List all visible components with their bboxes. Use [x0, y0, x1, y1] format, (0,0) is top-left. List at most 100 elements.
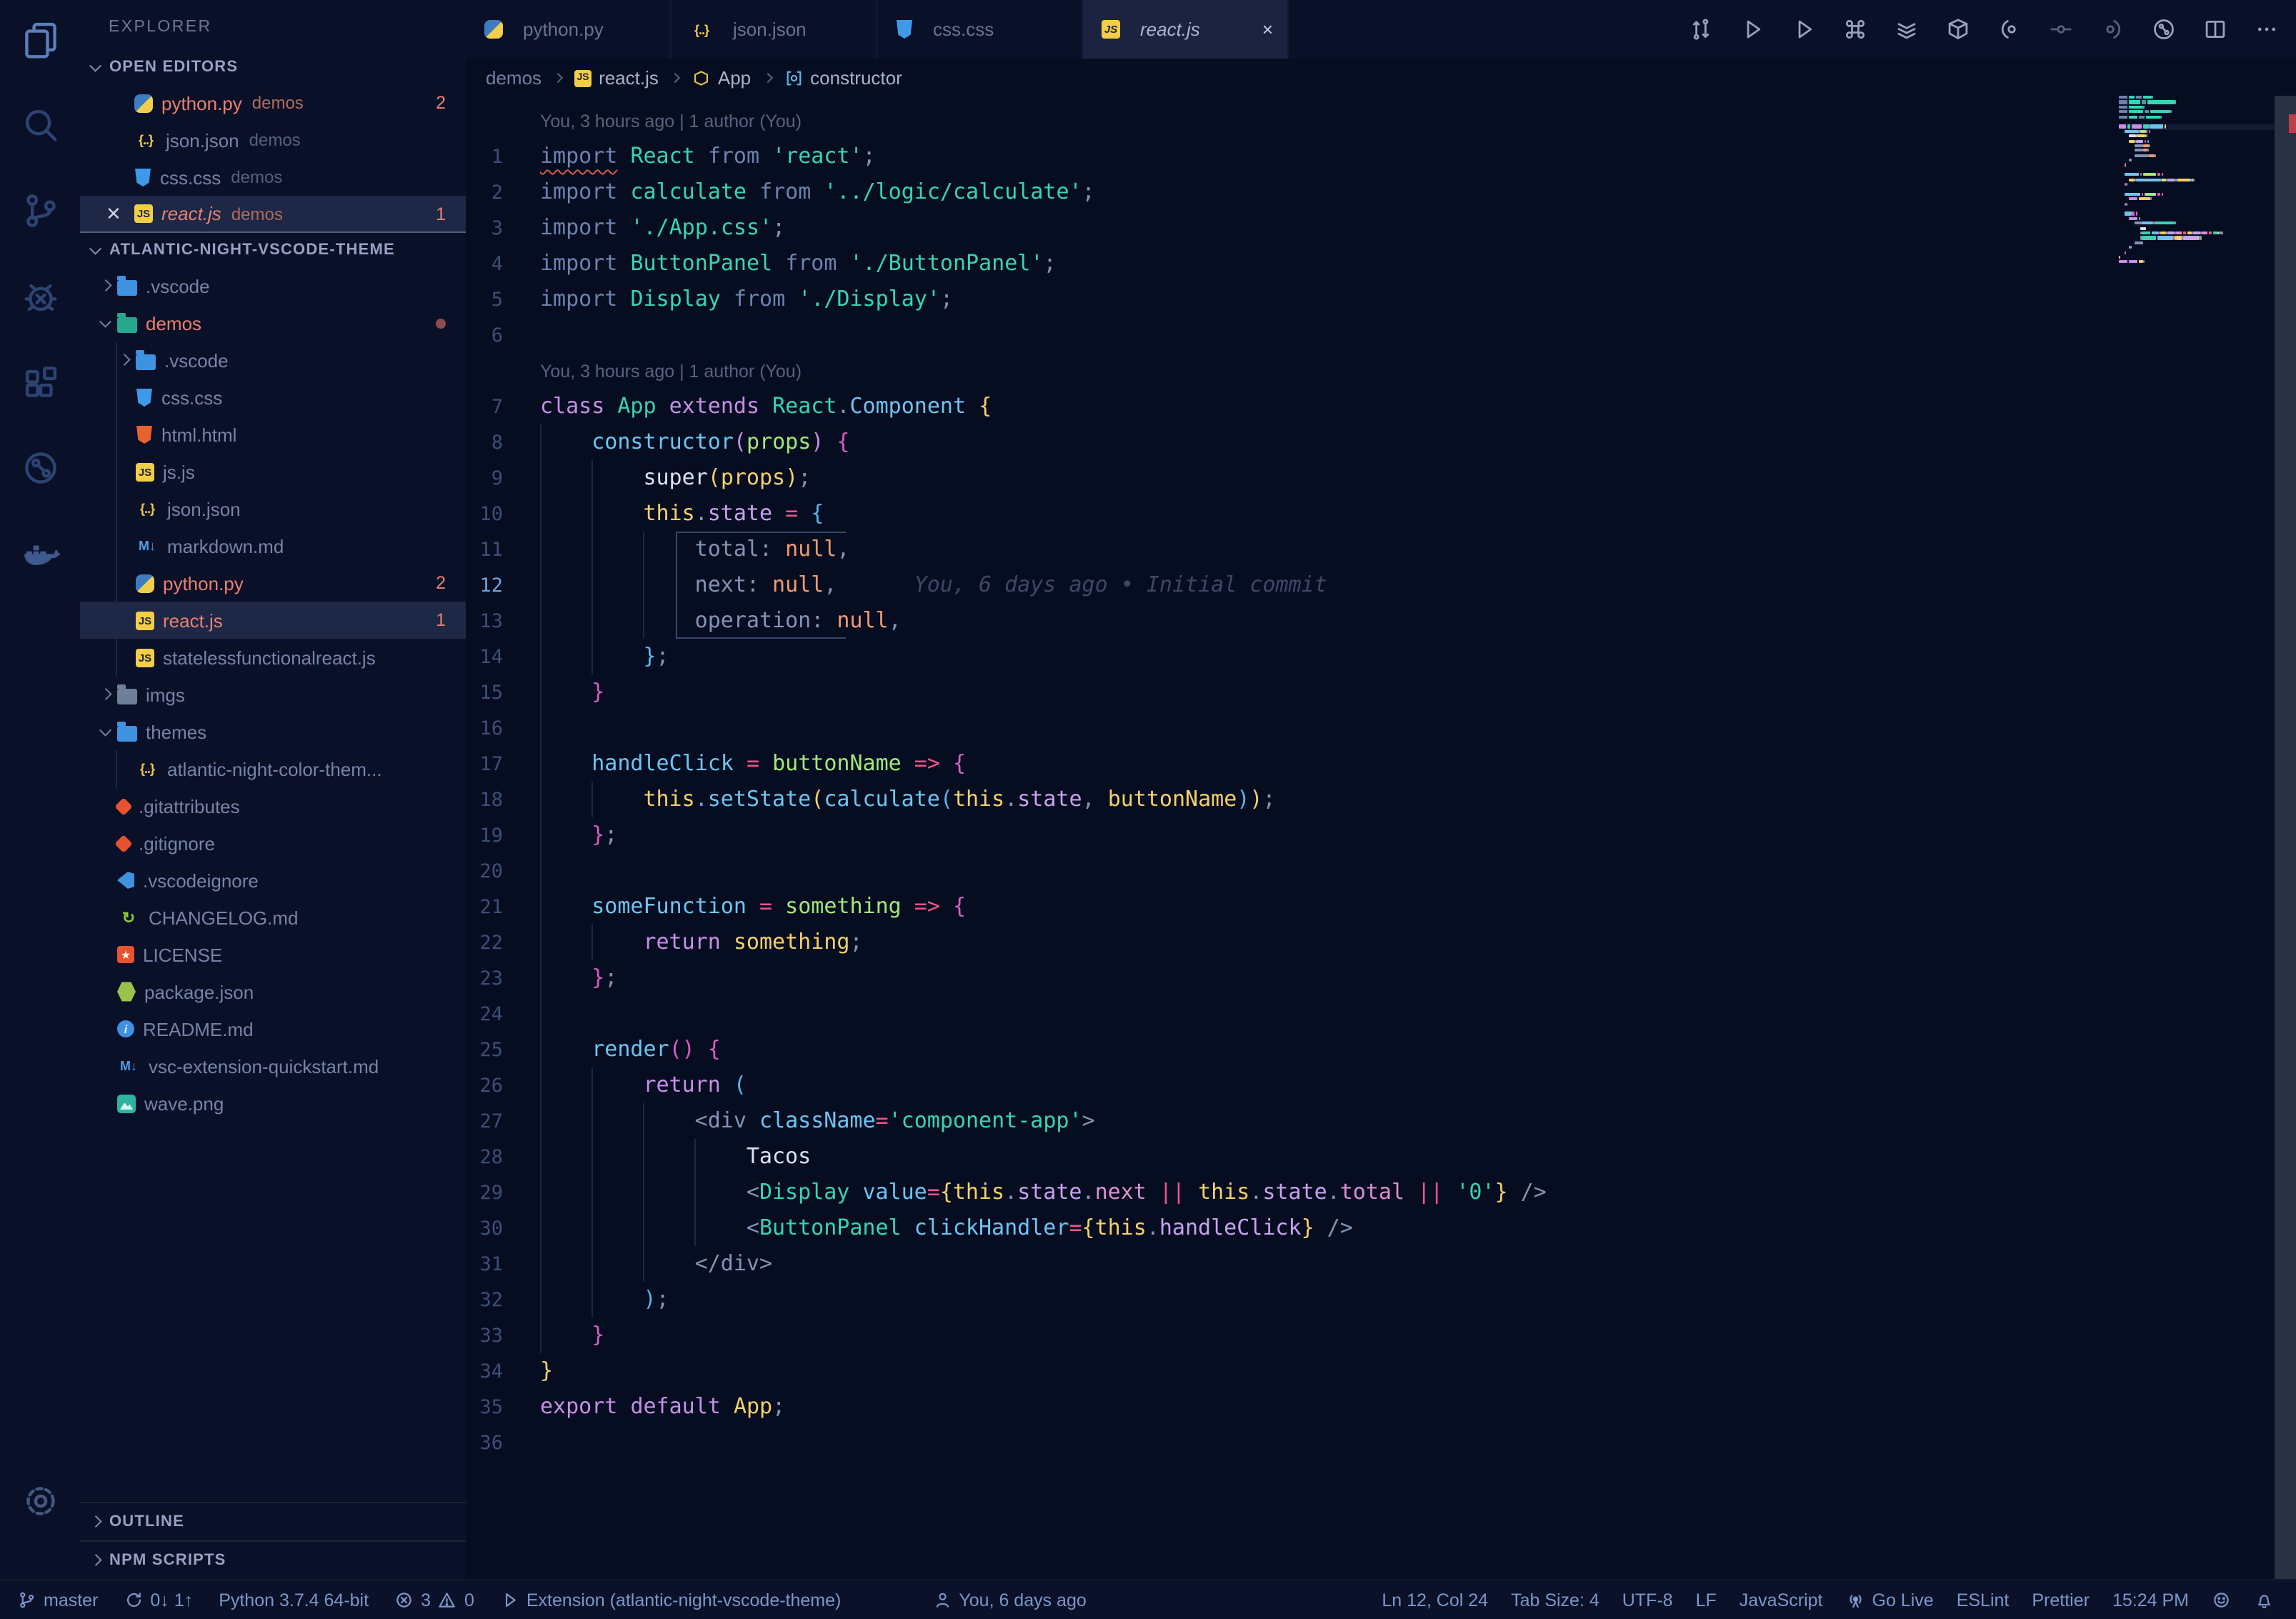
tree-item-.vscode[interactable]: .vscode: [80, 342, 466, 379]
status-clock[interactable]: 15:24 PM: [2112, 1590, 2189, 1610]
code-line-21[interactable]: 21 someFunction = something => {: [466, 889, 2159, 925]
status-python-version[interactable]: Python 3.7.4 64-bit: [219, 1590, 369, 1610]
status-notifications[interactable]: [2254, 1590, 2273, 1610]
codelens-row[interactable]: You, 3 hours ago | 1 author (You): [466, 103, 2159, 139]
status-cursor-position[interactable]: Ln 12, Col 24: [1382, 1590, 1488, 1610]
tree-item-css.css[interactable]: css.css: [80, 379, 466, 416]
panel-npm-scripts[interactable]: NPM SCRIPTS: [80, 1540, 466, 1579]
fold-left-button[interactable]: [1997, 17, 2022, 41]
panel-outline[interactable]: OUTLINE: [80, 1502, 466, 1540]
tree-item-atlantic-night-color-them...[interactable]: {..} atlantic-night-color-them...: [80, 750, 466, 787]
tree-item-demos[interactable]: demos: [80, 304, 466, 342]
open-editor-css.css[interactable]: css.css demos: [80, 159, 466, 196]
tree-item-python.py[interactable]: python.py 2: [80, 564, 466, 602]
tree-item-.gitignore[interactable]: .gitignore: [80, 825, 466, 862]
tree-item-vsc-extension-quickstart.md[interactable]: M↓ vsc-extension-quickstart.md: [80, 1047, 466, 1085]
code-line-16[interactable]: 16: [466, 710, 2159, 746]
code-line-13[interactable]: 13 operation: null,: [466, 603, 2159, 639]
code-line-30[interactable]: 30 <ButtonPanel clickHandler={this.handl…: [466, 1210, 2159, 1246]
open-changes-button[interactable]: [1689, 17, 1713, 41]
fold-right-button[interactable]: [2100, 17, 2125, 41]
code-line-29[interactable]: 29 <Display value={this.state.next || th…: [466, 1175, 2159, 1210]
status-problems[interactable]: 30: [394, 1590, 474, 1610]
split-editor-button[interactable]: [2203, 17, 2227, 41]
package-button[interactable]: [1946, 17, 1970, 41]
status-git-blame[interactable]: You, 6 days ago: [932, 1590, 1087, 1610]
code-line-31[interactable]: 31 </div>: [466, 1246, 2159, 1282]
breadcrumb-constructor[interactable]: constructor: [784, 67, 902, 89]
code-line-11[interactable]: 11 total: null,: [466, 532, 2159, 567]
tree-item-json.json[interactable]: {..} json.json: [80, 490, 466, 527]
status-extension-host[interactable]: Extension (atlantic-night-vscode-theme): [500, 1590, 841, 1610]
tree-item-themes[interactable]: themes: [80, 713, 466, 750]
breadcrumb-react.js[interactable]: JS react.js: [574, 67, 659, 89]
code-line-23[interactable]: 23 };: [466, 960, 2159, 996]
code-line-27[interactable]: 27 <div className='component-app'>: [466, 1103, 2159, 1139]
tree-item-.gitattributes[interactable]: .gitattributes: [80, 787, 466, 825]
code-line-34[interactable]: 34 }: [466, 1353, 2159, 1389]
status-sync-changes[interactable]: 0↓ 1↑: [124, 1590, 193, 1610]
tree-item-js.js[interactable]: JS js.js: [80, 453, 466, 490]
breadcrumb-App[interactable]: App: [692, 67, 751, 89]
code-line-14[interactable]: 14 };: [466, 639, 2159, 674]
code-line-26[interactable]: 26 return (: [466, 1067, 2159, 1103]
code-line-6[interactable]: 6: [466, 317, 2159, 353]
code-line-19[interactable]: 19 };: [466, 817, 2159, 853]
code-line-36[interactable]: 36: [466, 1425, 2159, 1460]
tab-react.js[interactable]: JS react.js ×: [1083, 0, 1289, 59]
command-button[interactable]: [1843, 17, 1867, 41]
open-editor-json.json[interactable]: {..} json.json demos: [80, 121, 466, 159]
tree-item-html.html[interactable]: html.html: [80, 416, 466, 453]
code-line-7[interactable]: 7 class App extends React.Component {: [466, 389, 2159, 424]
status-eslint[interactable]: ESLint: [1957, 1590, 2010, 1610]
code-line-12[interactable]: 12 next: null, You, 6 days ago • Initial…: [466, 567, 2159, 603]
open-editor-react.js[interactable]: ✕ JS react.js demos 1: [80, 196, 466, 233]
code-editor[interactable]: You, 3 hours ago | 1 author (You) 1 impo…: [466, 103, 2159, 1460]
tab-json.json[interactable]: {..} json.json: [672, 0, 877, 59]
tree-item-.vscode[interactable]: .vscode: [80, 267, 466, 304]
tree-item-statelessfunctionalreact.js[interactable]: JS statelessfunctionalreact.js: [80, 639, 466, 676]
workspace-header[interactable]: ATLANTIC-NIGHT-VSCODE-THEME: [80, 233, 466, 267]
code-line-10[interactable]: 10 this.state = {: [466, 496, 2159, 532]
status-prettier[interactable]: Prettier: [2032, 1590, 2090, 1610]
tree-item-CHANGELOG.md[interactable]: ↻ CHANGELOG.md: [80, 899, 466, 936]
tab-python.py[interactable]: python.py: [466, 0, 672, 59]
code-line-22[interactable]: 22 return something;: [466, 925, 2159, 960]
activity-docker[interactable]: [20, 533, 60, 573]
code-line-18[interactable]: 18 this.setState(calculate(this.state, b…: [466, 782, 2159, 817]
code-line-24[interactable]: 24: [466, 996, 2159, 1032]
code-line-20[interactable]: 20: [466, 853, 2159, 889]
activity-search[interactable]: [20, 104, 60, 144]
run-code-button[interactable]: [1792, 17, 1816, 41]
code-line-15[interactable]: 15 }: [466, 674, 2159, 710]
status-git-branch[interactable]: master: [17, 1590, 98, 1610]
tree-item-wave.png[interactable]: wave.png: [80, 1085, 466, 1122]
code-line-8[interactable]: 8 constructor(props) {: [466, 424, 2159, 460]
open-editors-header[interactable]: OPEN EDITORS: [80, 50, 466, 84]
scrollbar[interactable]: [2275, 96, 2296, 1579]
tree-item-README.md[interactable]: i README.md: [80, 1010, 466, 1047]
code-line-28[interactable]: 28 Tacos: [466, 1139, 2159, 1175]
code-line-1[interactable]: 1 import React from 'react';: [466, 139, 2159, 174]
activity-explorer[interactable]: [20, 19, 60, 59]
status-language-mode[interactable]: JavaScript: [1740, 1590, 1823, 1610]
fold-mid-button[interactable]: [2049, 17, 2073, 41]
tree-item-markdown.md[interactable]: M↓ markdown.md: [80, 527, 466, 564]
activity-debug[interactable]: [20, 276, 60, 316]
breadcrumb-demos[interactable]: demos: [486, 67, 541, 89]
tree-item-package.json[interactable]: package.json: [80, 973, 466, 1010]
code-line-17[interactable]: 17 handleClick = buttonName => {: [466, 746, 2159, 782]
run-button[interactable]: [1740, 17, 1765, 41]
code-line-35[interactable]: 35 export default App;: [466, 1389, 2159, 1425]
activity-extensions[interactable]: [20, 362, 60, 402]
close-icon[interactable]: ✕: [106, 202, 134, 225]
status-tab-size[interactable]: Tab Size: 4: [1511, 1590, 1599, 1610]
code-line-5[interactable]: 5 import Display from './Display';: [466, 282, 2159, 317]
status-encoding[interactable]: UTF-8: [1622, 1590, 1673, 1610]
status-eol[interactable]: LF: [1696, 1590, 1717, 1610]
activity-settings[interactable]: [21, 1482, 59, 1528]
open-editor-python.py[interactable]: python.py demos 2: [80, 84, 466, 121]
minimap[interactable]: [2119, 96, 2236, 270]
status-go-live[interactable]: Go Live: [1846, 1590, 1934, 1610]
code-line-32[interactable]: 32 );: [466, 1282, 2159, 1317]
